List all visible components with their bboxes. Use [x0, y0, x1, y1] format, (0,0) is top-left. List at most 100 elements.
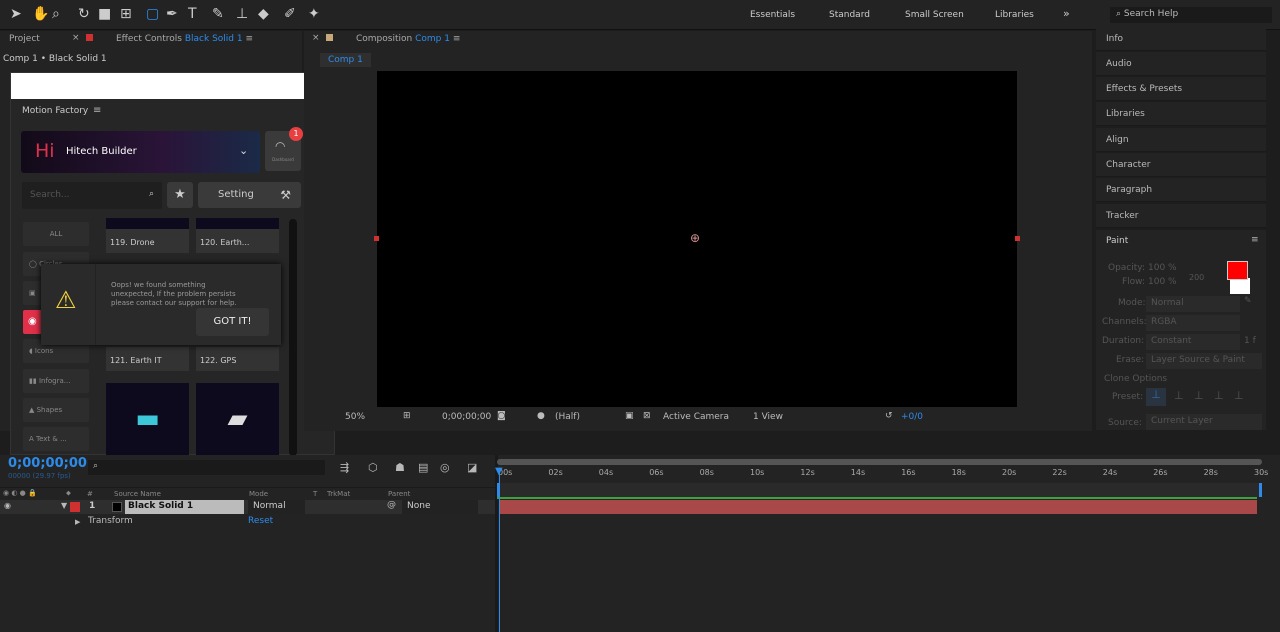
clone-preset-5-icon[interactable]: ⊥ [1234, 389, 1244, 402]
more-workspaces-button[interactable]: » [1063, 7, 1070, 20]
shy-layers-icon[interactable]: ☗ [395, 461, 405, 474]
panel-character[interactable]: Character [1096, 153, 1266, 177]
eyedropper-icon[interactable]: ✎ [1244, 296, 1252, 306]
tab-composition[interactable]: Composition Comp 1 ≡ [356, 34, 460, 44]
setting-button[interactable]: Setting ⚒ [198, 182, 301, 208]
source-dropdown[interactable]: Current Layer [1146, 414, 1262, 430]
layer-name[interactable]: Black Solid 1 [125, 500, 244, 514]
search-help-input[interactable]: ⌕ Search Help [1110, 7, 1272, 23]
transform-reset-link[interactable]: Reset [248, 516, 273, 526]
zoom-tool-icon[interactable]: ⌕ [52, 6, 60, 22]
comp-subtab[interactable]: Comp 1 [320, 53, 371, 67]
current-timecode[interactable]: 0;00;00;00 [8, 456, 87, 471]
parent-dropdown[interactable]: None [402, 500, 478, 514]
frame-blending-icon[interactable]: ▤ [418, 461, 428, 474]
pen-tool-icon[interactable]: ✒ [166, 6, 178, 22]
clone-preset-2-icon[interactable]: ⊥ [1174, 389, 1184, 402]
region-of-interest-icon[interactable]: ▣ [625, 411, 634, 421]
favorites-button[interactable]: ★ [167, 182, 193, 208]
pack-selector[interactable]: Hi Hitech Builder ⌄ [21, 131, 260, 173]
resolution-dropdown[interactable]: (Half) [555, 412, 580, 422]
playhead-handle-icon[interactable]: ▼ [495, 466, 503, 477]
rotate-tool-icon[interactable]: ↻ [78, 6, 90, 22]
work-area-bar[interactable] [497, 483, 1262, 497]
graph-editor-icon[interactable]: ◪ [467, 461, 477, 474]
pan-behind-tool-icon[interactable]: ⊞ [120, 6, 132, 22]
zoom-dropdown[interactable]: 50% [345, 412, 365, 422]
rectangle-tool-icon[interactable]: ▢ [146, 6, 159, 22]
got-it-button[interactable]: GOT IT! [196, 308, 269, 336]
transform-group[interactable]: Transform [88, 516, 133, 526]
panel-menu-icon[interactable]: ≡ [1251, 235, 1259, 245]
visibility-eye-icon[interactable]: ◉ [4, 501, 11, 510]
blend-mode-dropdown[interactable]: Normal [248, 500, 305, 514]
panel-paragraph[interactable]: Paragraph [1096, 178, 1266, 202]
tab-project[interactable]: Project [9, 34, 40, 44]
card-earth-it[interactable]: 121. Earth IT [106, 347, 189, 371]
draft-3d-icon[interactable]: ⬡ [368, 461, 378, 474]
opacity-value[interactable]: 100 % [1148, 263, 1177, 273]
close-tab-icon[interactable]: × [72, 33, 80, 43]
category-active[interactable]: ◉ [23, 310, 43, 334]
camera-tool-icon[interactable]: ■ [98, 6, 111, 22]
roto-brush-tool-icon[interactable]: ✐ [284, 6, 296, 22]
layer-row[interactable]: ◉ ▼ 1 Black Solid 1 Normal @ None [0, 500, 495, 514]
exposure-value[interactable]: +0/0 [901, 412, 923, 422]
panel-info[interactable]: Info [1096, 27, 1266, 51]
panel-libraries[interactable]: Libraries [1096, 102, 1266, 126]
foreground-color-swatch[interactable] [1227, 261, 1248, 280]
composition-flowchart-icon[interactable]: ⇶ [340, 461, 349, 474]
card-earth[interactable]: 120. Earth... [196, 229, 279, 253]
channels-dropdown[interactable]: RGBA [1146, 315, 1240, 331]
erase-dropdown[interactable]: Layer Source & Paint [1146, 353, 1262, 369]
eraser-tool-icon[interactable]: ◆ [258, 6, 269, 22]
brush-size[interactable]: 200 [1189, 273, 1204, 282]
motion-blur-icon[interactable]: ◎ [440, 461, 450, 474]
clone-preset-4-icon[interactable]: ⊥ [1214, 389, 1224, 402]
grid-icon[interactable]: ⊞ [403, 411, 411, 421]
panel-audio[interactable]: Audio [1096, 52, 1266, 76]
close-tab-icon[interactable]: × [312, 33, 320, 43]
flow-value[interactable]: 100 % [1148, 277, 1177, 287]
layer-duration-bar[interactable] [499, 500, 1257, 514]
time-navigator[interactable] [497, 459, 1262, 465]
layer-handle[interactable] [374, 236, 379, 241]
layer-label-color[interactable] [70, 502, 80, 512]
workspace-standard[interactable]: Standard [829, 10, 870, 20]
workspace-libraries[interactable]: Libraries [995, 10, 1034, 20]
card-gps[interactable]: 122. GPS [196, 347, 279, 371]
color-channel-icon[interactable]: ● [537, 411, 545, 421]
tab-effect-controls[interactable]: Effect Controls Black Solid 1 ≡ [116, 34, 253, 44]
category-shapes[interactable]: ▲ Shapes [23, 398, 89, 422]
views-dropdown[interactable]: 1 View [753, 412, 783, 422]
background-color-swatch[interactable] [1230, 278, 1250, 294]
workspace-essentials[interactable]: Essentials [750, 10, 795, 20]
clone-preset-1-icon[interactable]: ⊥ [1146, 388, 1166, 406]
type-tool-icon[interactable]: T [188, 6, 197, 22]
gun-thumbnail[interactable]: ▰ [196, 383, 279, 455]
panel-tracker[interactable]: Tracker [1096, 204, 1266, 228]
layer-handle[interactable] [1015, 236, 1020, 241]
camera-dropdown[interactable]: Active Camera [663, 412, 729, 422]
pick-whip-icon[interactable]: @ [387, 500, 396, 510]
category-infographics[interactable]: ▮▮ Infogra... [23, 369, 89, 393]
menu-icon[interactable]: ≡ [93, 105, 101, 116]
panel-align[interactable]: Align [1096, 128, 1266, 152]
column-source-name[interactable]: Source Name [114, 490, 161, 498]
selection-tool-icon[interactable]: ➤ [10, 6, 22, 22]
scrollbar[interactable] [289, 219, 297, 456]
reset-exposure-icon[interactable]: ↺ [885, 411, 893, 421]
clone-preset-3-icon[interactable]: ⊥ [1194, 389, 1204, 402]
panel-effects-presets[interactable]: Effects & Presets [1096, 77, 1266, 101]
duration-frames[interactable]: 1 f [1244, 336, 1256, 346]
camera-snapshot-icon[interactable]: ◙ [497, 411, 506, 421]
layer-search-input[interactable]: ⌕ [88, 460, 325, 475]
search-input[interactable]: Search... ⌕ [22, 182, 162, 209]
transparency-grid-icon[interactable]: ⊠ [643, 411, 651, 421]
timecode[interactable]: 0;00;00;00 [442, 412, 491, 422]
playhead[interactable] [499, 470, 500, 632]
card-drone[interactable]: 119. Drone [106, 229, 189, 253]
brush-tool-icon[interactable]: ✎ [212, 6, 224, 22]
duration-dropdown[interactable]: Constant [1146, 334, 1240, 350]
composition-viewer[interactable]: ⊕ [374, 71, 1020, 407]
